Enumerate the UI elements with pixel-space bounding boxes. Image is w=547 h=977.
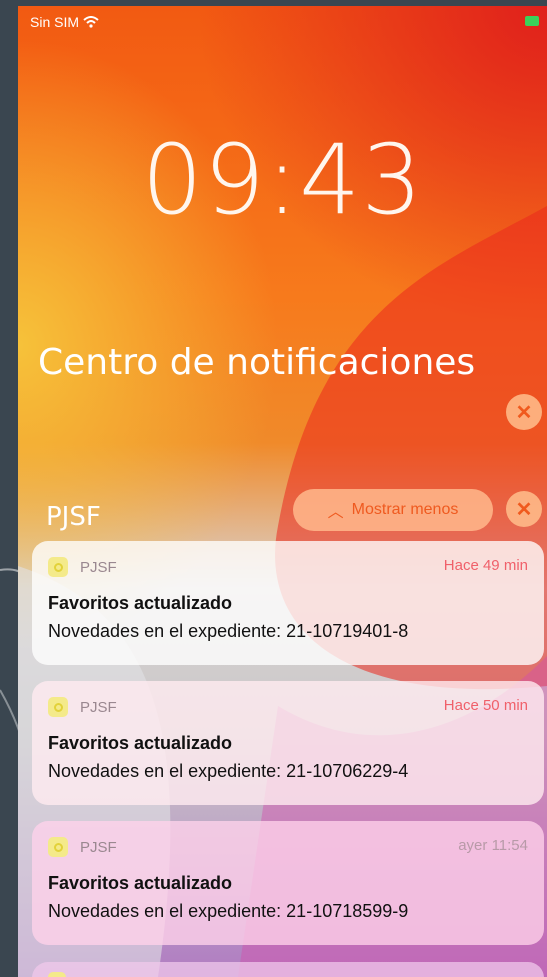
notification-app: PJSF [48,557,117,577]
group-close-button[interactable]: ✕ [506,491,542,527]
carrier-label: Sin SIM [30,14,80,30]
show-less-button[interactable]: ︿ Mostrar menos [293,489,493,531]
lock-screen: Sin SIM 09:43 Centro de notificaciones ✕… [18,6,547,977]
app-icon [48,557,68,577]
app-icon [48,972,66,977]
notification-card[interactable]: PJSF Hace 50 min Favoritos actualizado N… [32,681,544,805]
status-bar: Sin SIM [18,6,547,36]
notification-body: Novedades en el expediente: 21-10719401-… [48,621,409,641]
show-less-label: Mostrar menos [351,501,459,518]
notification-card[interactable]: PJSF ayer 11:54 Favoritos actualizado No… [32,821,544,945]
app-icon [48,837,68,857]
app-name: PJSF [80,838,117,856]
notification-card-peek[interactable] [32,962,544,977]
notification-time: Hace 49 min [443,557,528,574]
notification-card[interactable]: PJSF Hace 49 min Favoritos actualizado N… [32,541,544,665]
close-icon: ✕ [515,498,533,521]
app-name: PJSF [80,698,117,716]
notification-body: Novedades en el expediente: 21-10718599-… [48,901,409,921]
group-app-name: PJSF [46,502,101,532]
notification-app: PJSF [48,837,117,857]
notification-title: Favoritos actualizado [48,733,233,753]
close-icon: ✕ [515,401,533,424]
clear-all-button[interactable]: ✕ [506,394,542,430]
app-name: PJSF [80,558,117,576]
wifi-icon [83,16,99,28]
notification-body: Novedades en el expediente: 21-10706229-… [48,761,409,781]
notification-title: Favoritos actualizado [48,593,233,613]
notification-app: PJSF [48,697,117,717]
notification-time: Hace 50 min [443,697,528,714]
lock-clock: 09:43 [141,124,424,236]
notification-center-title: Centro de notificaciones [38,342,476,383]
chevron-up-icon: ︿ [327,504,344,521]
carrier: Sin SIM [30,14,99,30]
app-icon [48,697,68,717]
notification-time: ayer 11:54 [458,837,528,854]
notification-title: Favoritos actualizado [48,873,233,893]
battery-icon [525,16,539,26]
